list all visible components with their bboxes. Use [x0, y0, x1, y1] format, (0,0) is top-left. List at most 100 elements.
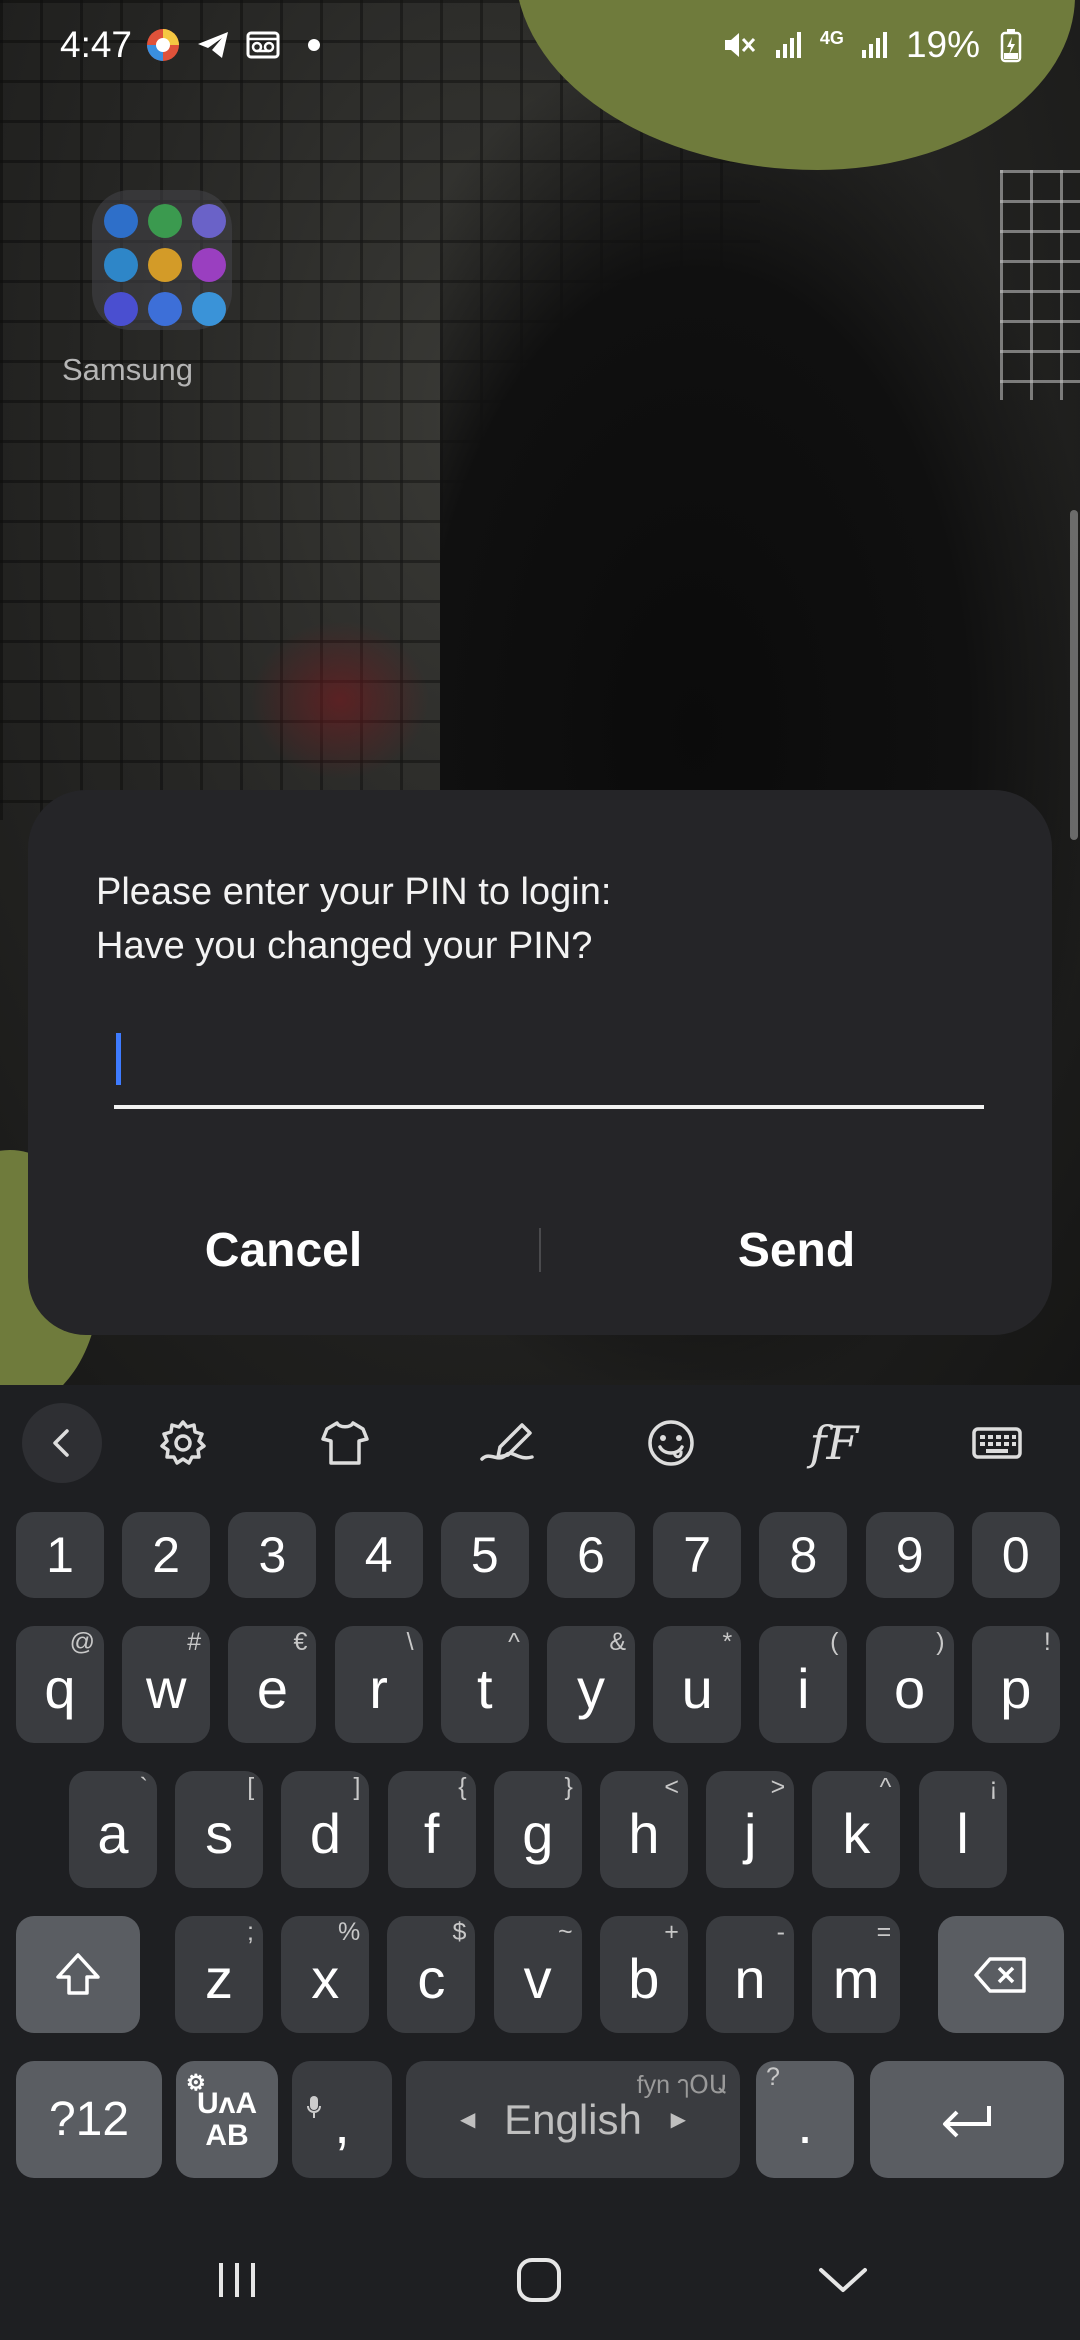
mute-icon: [720, 26, 758, 64]
gear-icon[interactable]: [143, 1403, 223, 1483]
home-icon[interactable]: [494, 2245, 584, 2315]
key-6[interactable]: = m: [812, 1916, 901, 2033]
key-label: 7: [683, 1527, 712, 1583]
navigation-bar: [0, 2215, 1080, 2340]
folder-app-icon: [192, 292, 226, 326]
key-alt-label: @: [69, 1628, 95, 1656]
key-8[interactable]: ¡ l: [918, 1771, 1007, 1888]
key-alt-label: ^: [879, 1773, 892, 1801]
key-label: f: [423, 1802, 440, 1865]
key-label: e: [256, 1657, 288, 1720]
key-3[interactable]: \ r: [334, 1626, 423, 1743]
handwriting-icon[interactable]: [467, 1403, 547, 1483]
key-3[interactable]: {f: [387, 1771, 476, 1888]
key-4[interactable]: ^ t: [440, 1626, 529, 1743]
signal-icon: [856, 26, 894, 64]
folder-app-icon: [104, 292, 138, 326]
backspace-key[interactable]: [938, 1916, 1064, 2033]
key-alt-label: (: [830, 1628, 839, 1656]
key-alt-label: >: [770, 1773, 786, 1801]
enter-key[interactable]: [870, 2061, 1064, 2178]
key-label: 6: [577, 1527, 605, 1583]
key-alt-label: `: [139, 1773, 148, 1801]
key-4[interactable]: } g: [493, 1771, 582, 1888]
key-0[interactable]: @ q: [16, 1626, 104, 1743]
lang-top-label: UʌA: [196, 2086, 257, 2120]
key-2[interactable]: € e: [228, 1626, 317, 1743]
key-label: u: [681, 1657, 713, 1720]
key-7[interactable]: (i: [759, 1626, 848, 1743]
number-key[interactable]: 2: [122, 1512, 211, 1598]
key-label: v: [523, 1947, 552, 2010]
number-key[interactable]: 9: [865, 1512, 954, 1598]
key-label: k: [842, 1802, 871, 1865]
font-style-icon[interactable]: fF: [794, 1403, 874, 1483]
key-6[interactable]: > j: [706, 1771, 795, 1888]
period-alt: ?: [766, 2063, 780, 2091]
key-6[interactable]: * u: [653, 1626, 742, 1743]
key-7[interactable]: ^ k: [812, 1771, 901, 1888]
samsung-folder[interactable]: [92, 190, 232, 330]
key-alt-label: ~: [557, 1918, 573, 1946]
dialog-message: Please enter your PIN to login: Have you…: [96, 865, 611, 973]
space-left-arrow: ◀: [460, 2109, 476, 2131]
key-1[interactable]: [s: [175, 1771, 264, 1888]
number-key[interactable]: 5: [440, 1512, 529, 1598]
pin-input[interactable]: [114, 1025, 984, 1109]
number-key[interactable]: 7: [653, 1512, 742, 1598]
cancel-button[interactable]: Cancel: [28, 1223, 539, 1278]
theme-shirt-icon[interactable]: [305, 1403, 385, 1483]
send-button[interactable]: Send: [541, 1223, 1052, 1278]
number-key[interactable]: 6: [547, 1512, 635, 1598]
folder-app-icon: [148, 204, 182, 238]
period-key[interactable]: ? .: [756, 2061, 854, 2178]
key-alt-label: ¡: [989, 1773, 998, 1801]
number-key[interactable]: 1: [16, 1512, 104, 1598]
dialog-button-bar: Cancel Send: [28, 1200, 1052, 1300]
edge-panel-handle[interactable]: [1070, 510, 1078, 840]
back-icon[interactable]: [22, 1403, 102, 1483]
key-0[interactable]: ; z: [175, 1916, 263, 2033]
number-key[interactable]: 0: [971, 1512, 1060, 1598]
key-3[interactable]: ~ v: [493, 1916, 582, 2033]
telegram-icon: [194, 26, 232, 64]
key-1[interactable]: # w: [122, 1626, 211, 1743]
lang-bottom-label: AB: [205, 2118, 249, 2152]
recents-icon[interactable]: [192, 2245, 282, 2315]
number-key[interactable]: 3: [228, 1512, 317, 1598]
key-2[interactable]: $ c: [387, 1916, 476, 2033]
key-label: g: [522, 1802, 554, 1865]
key-0[interactable]: ` a: [69, 1771, 157, 1888]
key-1[interactable]: % x: [281, 1916, 370, 2033]
number-key[interactable]: 8: [759, 1512, 848, 1598]
wallpaper-red-patch: [250, 620, 430, 780]
comma-key[interactable]: ,: [292, 2061, 392, 2178]
keyboard-icon[interactable]: [957, 1403, 1037, 1483]
number-key[interactable]: 4: [334, 1512, 423, 1598]
space-key[interactable]: ◀ English ▶ fyn ๅՕԱ: [406, 2061, 740, 2178]
key-9[interactable]: ! p: [971, 1626, 1060, 1743]
dot-icon: [308, 39, 321, 51]
key-label: x: [311, 1947, 340, 2010]
key-2[interactable]: ] d: [281, 1771, 370, 1888]
shift-key[interactable]: [16, 1916, 140, 2033]
folder-app-icon: [104, 204, 138, 238]
key-5[interactable]: -n: [706, 1916, 794, 2033]
emoji-icon[interactable]: [631, 1403, 711, 1483]
back-chevron-icon[interactable]: [798, 2245, 888, 2315]
key-8[interactable]: ) o: [865, 1626, 954, 1743]
key-5[interactable]: < h: [600, 1771, 688, 1888]
symbols-key[interactable]: ?12: [16, 2061, 162, 2178]
key-alt-label: <: [664, 1773, 679, 1801]
key-5[interactable]: & y: [547, 1626, 635, 1743]
voicemail-icon: [244, 26, 282, 64]
key-label: 3: [258, 1527, 287, 1583]
period-label: .: [797, 2092, 813, 2155]
language-switch-key[interactable]: UʌA AB ⚙: [176, 2061, 278, 2178]
dialog-message-line2: Have you changed your PIN?: [96, 925, 593, 967]
key-label: 5: [470, 1527, 499, 1583]
key-alt-label: ;: [247, 1918, 254, 1946]
key-4[interactable]: + b: [599, 1916, 688, 2033]
clock: 4:47: [60, 24, 133, 65]
key-label: q: [44, 1657, 76, 1720]
